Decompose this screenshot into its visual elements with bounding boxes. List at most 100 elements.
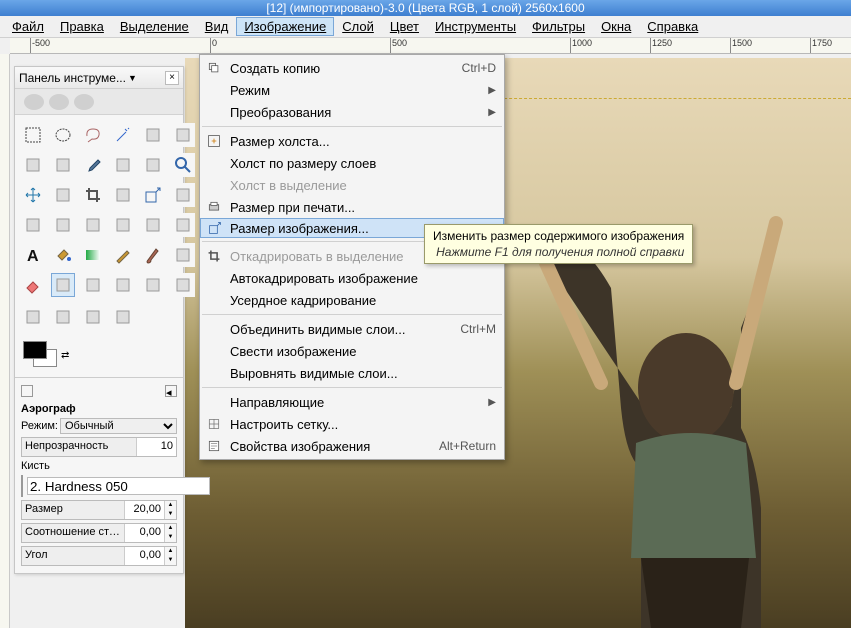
window-titlebar: [12] (импортировано)-3.0 (Цвета RGB, 1 с… bbox=[0, 0, 851, 16]
tool-scissors[interactable] bbox=[171, 123, 195, 147]
tool-ink[interactable] bbox=[81, 273, 105, 297]
crop-icon bbox=[206, 248, 222, 264]
tool-bucket[interactable] bbox=[51, 243, 75, 267]
tool-color-select[interactable] bbox=[141, 123, 165, 147]
tool-options-title: Аэрограф bbox=[21, 403, 177, 415]
menu-color[interactable]: Цвет bbox=[382, 17, 427, 36]
tool-perspective[interactable] bbox=[21, 213, 45, 237]
tool-paths[interactable] bbox=[51, 153, 75, 177]
color-swatches[interactable] bbox=[23, 341, 57, 369]
tool-text[interactable]: A bbox=[21, 243, 45, 267]
tool-blur[interactable] bbox=[21, 305, 45, 329]
menu-item-label: Размер холста... bbox=[230, 134, 330, 149]
print-size-icon bbox=[206, 199, 222, 215]
menu-item[interactable]: Режим ▶ bbox=[200, 79, 504, 101]
tool-perspective-clone[interactable] bbox=[81, 305, 105, 329]
tool-heal[interactable] bbox=[141, 273, 165, 297]
tool-clone[interactable] bbox=[111, 273, 135, 297]
opacity-slider[interactable]: Непрозрачность 10 bbox=[21, 437, 177, 457]
canvas-illustration bbox=[491, 208, 791, 628]
menu-item[interactable]: Преобразования▶ bbox=[200, 101, 504, 123]
tool-flip[interactable] bbox=[51, 213, 75, 237]
brush-name-input[interactable] bbox=[27, 477, 210, 495]
menu-item[interactable]: Автокадрировать изображение bbox=[200, 267, 504, 289]
tool-wand[interactable] bbox=[111, 123, 135, 147]
menu-item[interactable]: Холст по размеру слоев bbox=[200, 152, 504, 174]
tool-cage[interactable] bbox=[111, 213, 135, 237]
menu-item-label: Размер изображения... bbox=[230, 221, 369, 236]
menu-item-label: Откадрировать в выделение bbox=[230, 249, 404, 264]
tool-rect-select[interactable] bbox=[21, 123, 45, 147]
menu-separator bbox=[202, 387, 502, 388]
tool-crop[interactable] bbox=[81, 183, 105, 207]
menu-item[interactable]: Свести изображение bbox=[200, 340, 504, 362]
menu-item[interactable]: Настроить сетку... bbox=[200, 413, 504, 435]
tool-options-collapse-icon[interactable]: ◂ bbox=[165, 385, 177, 397]
menu-item[interactable]: Создать копиюCtrl+D bbox=[200, 57, 504, 79]
fg-color-swatch[interactable] bbox=[23, 341, 47, 359]
tool-rotate[interactable] bbox=[111, 183, 135, 207]
tool-eyedropper[interactable] bbox=[81, 153, 105, 177]
canvas-size-icon bbox=[206, 133, 222, 149]
tool-measure[interactable] bbox=[141, 153, 165, 177]
menu-item[interactable]: Выровнять видимые слои... bbox=[200, 362, 504, 384]
tool-warp[interactable] bbox=[81, 213, 105, 237]
submenu-arrow-icon: ▶ bbox=[488, 397, 496, 408]
menu-file[interactable]: Файл bbox=[4, 17, 52, 36]
brush-preview[interactable] bbox=[21, 475, 23, 497]
ruler-tick: -500 bbox=[30, 38, 50, 54]
tool-align[interactable] bbox=[51, 183, 75, 207]
tool-smudge[interactable] bbox=[171, 273, 195, 297]
tool-ellipse-select[interactable] bbox=[51, 123, 75, 147]
tool-foreground-select[interactable] bbox=[21, 153, 45, 177]
tool-shear[interactable] bbox=[171, 183, 195, 207]
tool-options-icon[interactable] bbox=[21, 385, 33, 397]
angle-field[interactable]: Угол 0,00 ▲▼ bbox=[21, 546, 177, 566]
menu-edit[interactable]: Правка bbox=[52, 17, 112, 36]
tool-scale[interactable] bbox=[141, 183, 165, 207]
menu-layer[interactable]: Слой bbox=[334, 17, 382, 36]
menu-view[interactable]: Вид bbox=[197, 17, 237, 36]
menu-tools[interactable]: Инструменты bbox=[427, 17, 524, 36]
tool-lasso[interactable] bbox=[81, 123, 105, 147]
submenu-arrow-icon: ▶ bbox=[488, 85, 496, 96]
menu-item[interactable]: Свойства изображенияAlt+Return bbox=[200, 435, 504, 457]
tool-eraser[interactable] bbox=[21, 273, 45, 297]
menu-filters[interactable]: Фильтры bbox=[524, 17, 593, 36]
toolbox-close-button[interactable]: × bbox=[165, 71, 179, 85]
toolbox-menu-arrow[interactable]: ▼ bbox=[128, 73, 137, 83]
menu-item-label: Автокадрировать изображение bbox=[230, 271, 418, 286]
tool-transform[interactable] bbox=[141, 213, 165, 237]
menu-image[interactable]: Изображение bbox=[236, 17, 334, 36]
tool-move[interactable] bbox=[21, 183, 45, 207]
mode-select[interactable]: Обычный bbox=[60, 418, 177, 434]
tool-handle[interactable] bbox=[171, 213, 195, 237]
menu-windows[interactable]: Окна bbox=[593, 17, 639, 36]
menu-item-label: Режим bbox=[230, 83, 270, 98]
tool-dodge[interactable] bbox=[51, 305, 75, 329]
menu-select[interactable]: Выделение bbox=[112, 17, 197, 36]
menu-item[interactable]: Размер при печати... bbox=[200, 196, 504, 218]
horizontal-ruler: -500 0 500 1000 1250 1500 1750 bbox=[10, 38, 851, 54]
menu-item[interactable]: Объединить видимые слои...Ctrl+M bbox=[200, 318, 504, 340]
menu-item-label: Направляющие bbox=[230, 395, 324, 410]
tool-brush[interactable] bbox=[141, 243, 165, 267]
menu-item-label: Объединить видимые слои... bbox=[230, 322, 406, 337]
menu-help[interactable]: Справка bbox=[639, 17, 706, 36]
tool-tool-x[interactable] bbox=[111, 305, 135, 329]
menu-item[interactable]: Размер холста... bbox=[200, 130, 504, 152]
menu-item[interactable]: Направляющие ▶ bbox=[200, 391, 504, 413]
menu-shortcut: Alt+Return bbox=[439, 439, 496, 453]
menu-item[interactable]: Усердное кадрирование bbox=[200, 289, 504, 311]
aspect-field[interactable]: Соотношение сто... 0,00 ▲▼ bbox=[21, 523, 177, 543]
size-down-icon[interactable]: ▼ bbox=[164, 510, 176, 519]
tool-pencil[interactable] bbox=[111, 243, 135, 267]
tool-gradient[interactable] bbox=[81, 243, 105, 267]
tool-zoom[interactable] bbox=[171, 153, 195, 177]
tool-paintbrush[interactable] bbox=[171, 243, 195, 267]
size-field[interactable]: Размер 20,00 ▲▼ bbox=[21, 500, 177, 520]
tool-color-picker[interactable] bbox=[111, 153, 135, 177]
size-up-icon[interactable]: ▲ bbox=[164, 501, 176, 510]
tool-airbrush[interactable] bbox=[51, 273, 75, 297]
swap-colors-icon[interactable]: ⇄ bbox=[61, 350, 69, 361]
